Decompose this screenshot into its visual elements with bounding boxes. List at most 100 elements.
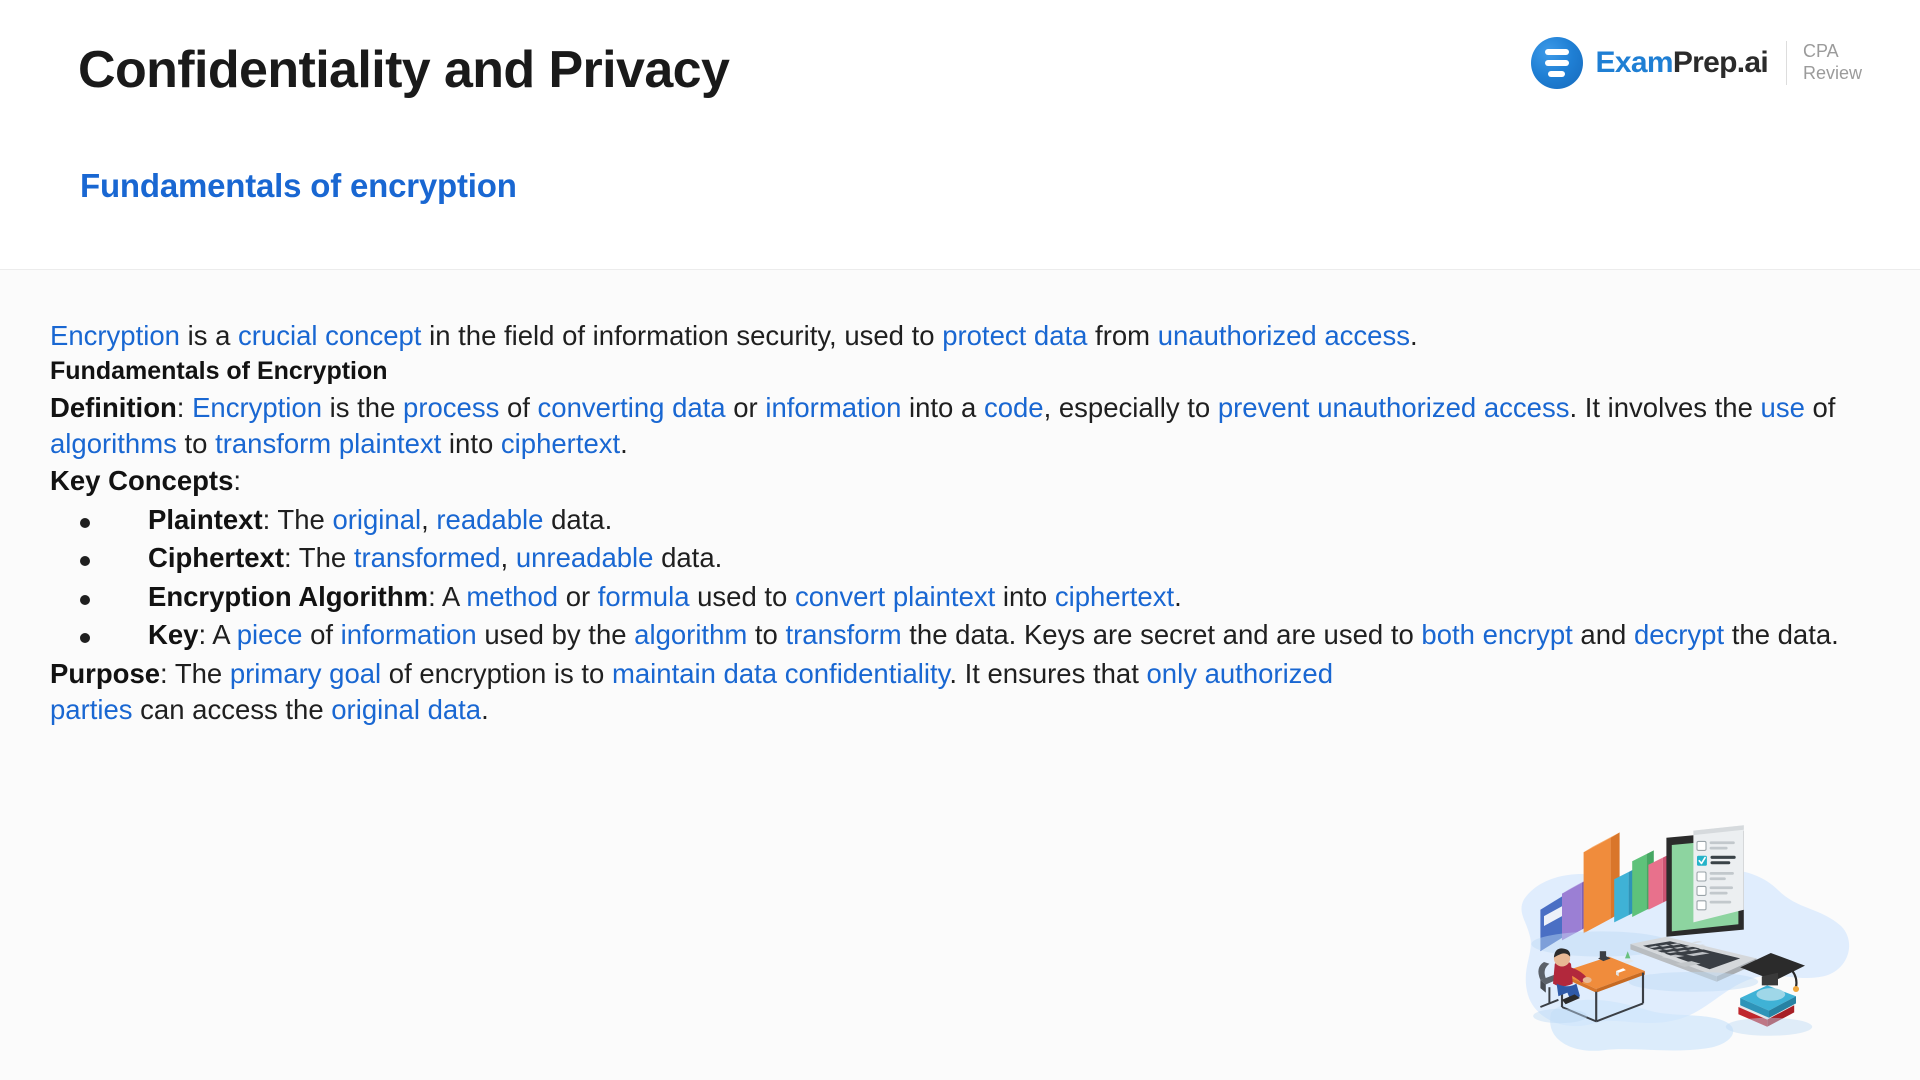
page-subtitle: Fundamentals of encryption (80, 167, 517, 204)
term-label: Plaintext (148, 503, 263, 535)
purpose-paragraph: Purpose: The primary goal of encryption … (50, 656, 1370, 729)
highlighted-term: protect data (942, 320, 1088, 351)
text-run: to (747, 619, 786, 651)
text-run: : (233, 464, 242, 496)
text-run: , (421, 503, 437, 535)
brand-logo[interactable]: ExamPrep.ai CPA Review (1530, 32, 1862, 94)
highlighted-term: decrypt (1633, 619, 1725, 651)
text-run: can access the (132, 694, 332, 726)
list-item: Plaintext: The original, readable data. (50, 502, 1860, 539)
text-run: data. (543, 503, 613, 535)
text-run: : A (428, 580, 467, 612)
term-label: Encryption Algorithm (148, 580, 429, 612)
slide-root: Confidentiality and Privacy Fundamentals… (0, 0, 1920, 1080)
logo-subtext-line2: Review (1802, 63, 1862, 83)
highlighted-term: original data (331, 694, 482, 726)
highlighted-term: method (466, 580, 559, 612)
definition-paragraph: Definition: Encryption is the process of… (50, 390, 1860, 463)
slide-content: Encryption is a crucial concept in the f… (0, 270, 1920, 1080)
highlighted-term: both encrypt (1421, 619, 1573, 651)
highlighted-term: Encryption (192, 391, 323, 423)
list-item: Encryption Algorithm: A method or formul… (50, 579, 1860, 616)
highlighted-term: maintain data confidentiality (611, 657, 950, 689)
key-concepts-label: Key Concepts: (50, 463, 1860, 500)
highlighted-term: convert plaintext (795, 580, 996, 612)
text-run: the data. (1724, 619, 1839, 651)
highlighted-term: transform (785, 619, 902, 651)
highlighted-term: transformed (353, 542, 501, 574)
text-run: : The (160, 657, 230, 689)
text-run: the data. Keys are secret and are used t… (901, 619, 1422, 651)
text-run: in the field of information security, us… (421, 320, 943, 351)
text-run: of encryption is to (381, 657, 612, 689)
text-run: into (441, 428, 501, 460)
text-run: . It ensures that (949, 657, 1147, 689)
logo-word-exam: Exam (1595, 46, 1674, 79)
highlighted-term: code (983, 391, 1044, 423)
text-run: . (1409, 320, 1418, 351)
text-run: from (1087, 320, 1158, 351)
highlighted-term: information (765, 391, 902, 423)
highlighted-term: ciphertext (500, 428, 621, 460)
highlighted-term: prevent unauthorized access (1217, 391, 1570, 423)
highlighted-term: unreadable (515, 542, 654, 574)
term-label: Ciphertext (148, 542, 284, 574)
highlighted-term: crucial concept (238, 320, 422, 351)
text-run: and (1572, 619, 1634, 651)
text-run: used by the (476, 619, 635, 651)
highlighted-term: readable (436, 503, 544, 535)
term-label: Key (148, 619, 199, 651)
term-label: Definition (50, 391, 177, 423)
highlighted-term: original (332, 503, 422, 535)
intro-paragraph: Encryption is a crucial concept in the f… (50, 318, 1860, 355)
text-run: is a (179, 320, 239, 351)
content-body: Encryption is a crucial concept in the f… (50, 318, 1860, 729)
highlighted-term: process (403, 391, 500, 423)
logo-bar-middle (1544, 60, 1569, 66)
highlighted-term: algorithm (634, 619, 748, 651)
text-run: . It involves the (1569, 391, 1761, 423)
text-run: . (620, 428, 628, 460)
highlighted-term: primary goal (229, 657, 382, 689)
logo-divider (1785, 41, 1787, 85)
list-item: Key: A piece of information used by the … (50, 617, 1860, 654)
highlighted-term: formula (597, 580, 690, 612)
text-run: into a (901, 391, 984, 423)
text-run: . (1174, 580, 1182, 612)
text-run: : The (262, 503, 333, 535)
examprep-bars-icon (1530, 37, 1583, 89)
slide-header: Confidentiality and Privacy Fundamentals… (0, 0, 1920, 270)
text-run: : The (284, 542, 354, 574)
text-run: data. (653, 542, 723, 574)
logo-subtext: CPA Review (1803, 41, 1862, 85)
highlighted-term: transform plaintext (215, 428, 442, 460)
text-run: or (725, 391, 766, 423)
text-run: : (176, 391, 193, 423)
text-run: . (481, 694, 489, 726)
list-item: Ciphertext: The transformed, unreadable … (50, 540, 1860, 577)
highlighted-term: converting data (537, 391, 726, 423)
page-title: Confidentiality and Privacy (78, 41, 730, 99)
isometric-online-study-illustration (1521, 825, 1850, 1051)
term-label: Purpose (50, 657, 161, 689)
term-label: Key Concepts (50, 464, 234, 496)
text-run: into (995, 580, 1055, 612)
logo-bar-bottom (1548, 71, 1566, 77)
text-run: is the (322, 391, 404, 423)
logo-word-prep: Prep.ai (1672, 46, 1769, 79)
highlighted-term: Encryption (50, 320, 180, 351)
text-run: of (302, 619, 341, 651)
text-run: of (499, 391, 538, 423)
key-concepts-list: Plaintext: The original, readable data. C… (50, 502, 1860, 654)
highlighted-term: piece (236, 619, 303, 651)
highlighted-term: information (340, 619, 477, 651)
text-run: , (500, 542, 516, 574)
highlighted-term: use (1760, 391, 1805, 423)
text-run: : A (198, 619, 237, 651)
logo-wordmark: ExamPrep.ai (1595, 46, 1769, 79)
logo-subtext-line1: CPA (1802, 41, 1839, 62)
text-run: or (558, 580, 598, 612)
text-run: to (176, 428, 216, 460)
highlighted-term: unauthorized access (1157, 320, 1410, 351)
text-run: , especially to (1043, 391, 1218, 423)
